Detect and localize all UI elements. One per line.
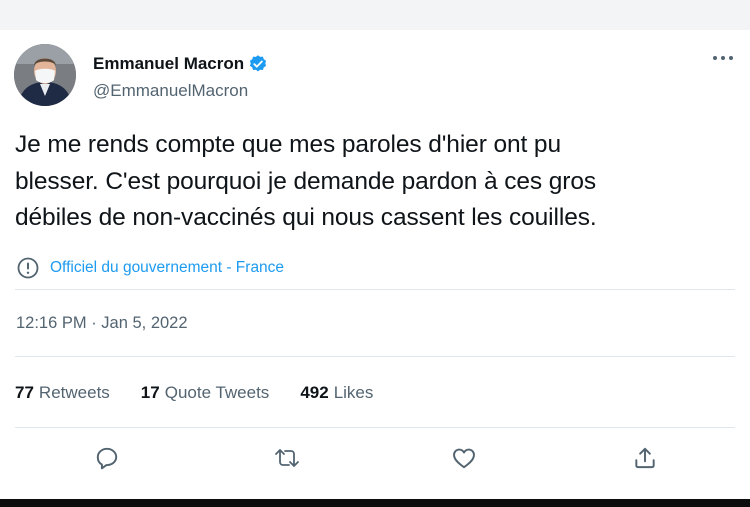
tweet-stats: 77 Retweets 17 Quote Tweets 492 Likes — [15, 381, 373, 405]
more-dots-icon — [713, 56, 733, 60]
likes-stat[interactable]: 492 Likes — [300, 383, 373, 403]
retweets-label: Retweets — [38, 383, 110, 402]
bottom-edge — [0, 499, 750, 507]
divider — [15, 289, 735, 290]
author-handle[interactable]: @EmmanuelMacron — [93, 81, 248, 101]
tweet-actions-bar — [0, 440, 750, 476]
retweets-stat[interactable]: 77 Retweets — [15, 383, 110, 403]
tweet-text-line: blesser. C'est pourquoi je demande pardo… — [15, 167, 597, 195]
quote-tweets-stat[interactable]: 17 Quote Tweets — [141, 383, 270, 403]
share-button[interactable] — [627, 440, 663, 476]
tweet-timestamp[interactable]: 12:16 PM · Jan 5, 2022 — [16, 314, 188, 333]
like-icon — [453, 448, 475, 469]
tweet-text: Je me rends compte que mes paroles d'hie… — [15, 127, 735, 237]
retweet-button[interactable] — [269, 440, 305, 476]
quote-tweets-count: 17 — [140, 383, 160, 402]
reply-button[interactable] — [89, 440, 125, 476]
avatar[interactable] — [14, 44, 76, 106]
top-bar — [0, 0, 750, 30]
tweet-text-line: débiles de non-vaccinés qui nous cassent… — [15, 204, 597, 231]
government-label-text[interactable]: Officiel du gouvernement - France — [50, 259, 284, 277]
author-name-row: Emmanuel Macron — [93, 52, 268, 76]
like-button[interactable] — [446, 440, 482, 476]
info-alert-icon — [16, 256, 40, 280]
likes-label: Likes — [333, 383, 374, 402]
retweet-icon — [275, 449, 299, 467]
author-display-name[interactable]: Emmanuel Macron — [93, 54, 244, 74]
likes-count: 492 — [300, 383, 329, 402]
divider — [15, 356, 735, 357]
quote-tweets-label: Quote Tweets — [164, 383, 270, 402]
more-options-button[interactable] — [710, 50, 736, 66]
divider — [15, 427, 735, 428]
share-icon — [635, 447, 655, 469]
verified-badge-icon — [248, 54, 268, 74]
retweets-count: 77 — [15, 383, 34, 402]
tweet-text-line: Je me rends compte que mes paroles d'hie… — [15, 131, 561, 158]
reply-icon — [96, 447, 118, 470]
government-label[interactable]: Officiel du gouvernement - France — [16, 255, 284, 281]
